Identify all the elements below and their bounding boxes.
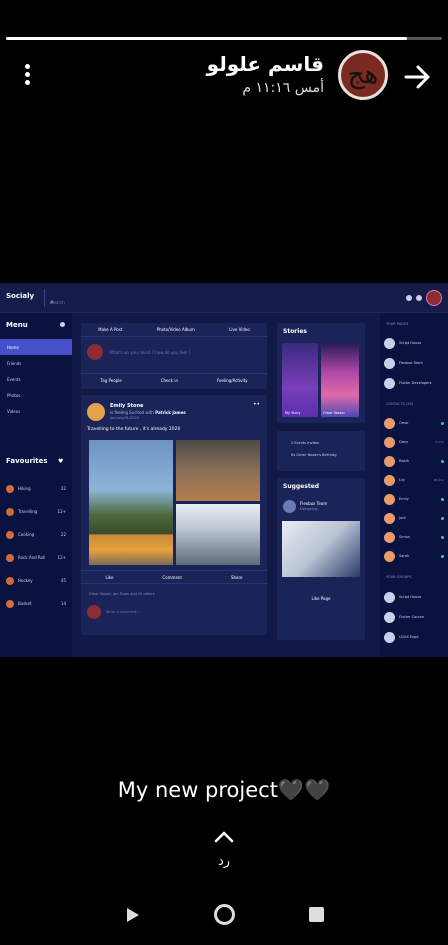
story-timestamp: أمس ١١:١٦ م <box>242 80 324 96</box>
chevron-up-icon[interactable] <box>213 830 235 844</box>
shot-fav-item: Hiking 22 <box>6 477 66 500</box>
avatar-logo-text: ﻫﺞ <box>347 60 379 90</box>
shot-right-sidebar: YOUR PAGES Script House Flexbox Team Flu… <box>380 313 448 657</box>
shot-post-meta: is feeling Excited with Patrick James <box>110 410 186 415</box>
shot-fav-item: Travelling 12+ <box>6 500 66 523</box>
nav-back-icon[interactable] <box>125 906 141 924</box>
shot-page-item: Flutter Developers <box>384 377 444 389</box>
shot-menu-item: Home <box>0 339 72 355</box>
shot-fav-title: Favourites <box>6 457 48 465</box>
story-header: قاسم علولو أمس ١١:١٦ م ﻫﺞ <box>0 48 448 104</box>
story-caption: My new project🖤🖤 <box>117 778 331 802</box>
shot-suggested-image <box>282 521 360 577</box>
shot-contact-item: Rabih <box>384 455 444 467</box>
gear-icon <box>60 322 65 327</box>
shot-post-card: Emily Stone is feeling Excited with Patr… <box>81 395 267 635</box>
shot-menu-title: Menu <box>6 321 28 329</box>
shot-group-item: Script House <box>384 591 444 603</box>
shot-story-1 <box>282 343 318 417</box>
nav-home-icon[interactable] <box>214 904 235 925</box>
shot-photo-temple <box>176 504 260 565</box>
story-image: Socialy ⌕ Search Menu Home Friends Events… <box>0 283 448 657</box>
shot-group-item: Flutter Course <box>384 611 444 623</box>
shot-contact-item: Simon <box>384 531 444 543</box>
story-viewer: قاسم علولو أمس ١١:١٦ م ﻫﺞ Socialy ⌕ Searc… <box>0 0 448 945</box>
shot-events-card: 2 Events Invites Its Omar Yasser's Birth… <box>277 431 365 471</box>
shot-page-item: Script House <box>384 337 444 349</box>
shot-photo-van <box>89 440 173 565</box>
more-options-icon[interactable] <box>24 64 32 88</box>
shot-fav-list: Hiking 22 Travelling 12+ Cooking 22 Rock An… <box>6 477 66 615</box>
shot-comment-avatar <box>87 605 101 619</box>
shot-post-date: January/01/2020 <box>110 416 139 420</box>
shot-group-item: UI/UX Expe <box>384 631 444 643</box>
shot-post-avatar <box>87 403 105 421</box>
shot-contact-item: Lily 26 min <box>384 474 444 486</box>
story-progress-fill <box>6 37 408 40</box>
story-progress-bar <box>6 37 442 40</box>
shot-contact-item: Jack <box>384 512 444 524</box>
reply-button[interactable]: رد <box>0 854 448 869</box>
chat-icon <box>416 295 422 301</box>
shot-create-post-card: Make A Post Photo/Video Album Live Video W… <box>81 323 267 389</box>
shot-fav-item: Rock And Roll 12+ <box>6 546 66 569</box>
shot-page-item: Flexbox Team <box>384 357 444 369</box>
shot-menu-item: Videos <box>7 409 21 414</box>
shot-comment-placeholder: Write a comment... <box>106 610 140 614</box>
shot-search: ⌕ Search <box>44 289 84 307</box>
shot-user-avatar <box>426 290 442 306</box>
more-icon: •• <box>253 401 261 408</box>
shot-brand: Socialy <box>6 292 35 300</box>
shot-post-likes: Omar Yasser, Jon Snow and 15 others <box>89 592 155 596</box>
shot-main-feed: Make A Post Photo/Video Album Live Video W… <box>72 313 380 657</box>
shot-fav-item: Hockey 45 <box>6 569 66 592</box>
shot-fav-item: Cooking 22 <box>6 523 66 546</box>
shot-left-sidebar: Menu Home Friends Events Photos Videos F… <box>0 313 72 657</box>
shot-contact-item: Emily <box>384 493 444 505</box>
shot-fav-item: Basket 14 <box>6 592 66 615</box>
shot-create-avatar <box>87 344 103 360</box>
shot-top-icons <box>406 290 442 306</box>
shot-stories-card: Stories My Story Omar Yasser <box>277 323 365 423</box>
shot-topbar: Socialy ⌕ Search <box>0 283 448 313</box>
shot-search-placeholder: Search <box>51 300 65 305</box>
story-user-name[interactable]: قاسم علولو <box>207 52 324 76</box>
shot-post-text: Travelling to the future , it's already … <box>87 427 181 432</box>
nav-recents-icon[interactable] <box>309 907 324 922</box>
back-arrow-icon[interactable] <box>402 62 432 92</box>
shot-suggested-card: Suggested Flexbox Team Designing Like Pa… <box>277 478 365 640</box>
shot-contact-item: Dany 5 min <box>384 436 444 448</box>
avatar[interactable]: ﻫﺞ <box>338 50 388 100</box>
bell-icon <box>406 295 412 301</box>
shot-create-placeholder: What's on your mind ? how do you feel ? <box>109 350 191 355</box>
shot-story-2 <box>321 343 359 417</box>
shot-menu-list: Home Friends Events Photos Videos <box>0 339 72 419</box>
heart-icon: ♥ <box>58 458 64 465</box>
shot-menu-item: Friends <box>7 361 22 366</box>
shot-photo-woman <box>176 440 260 501</box>
shot-menu-item: Events <box>7 377 21 382</box>
shot-menu-item: Photos <box>7 393 21 398</box>
shot-contact-item: Sarah <box>384 550 444 562</box>
shot-post-author: Emily Stone <box>110 403 144 409</box>
shot-contact-item: Omar <box>384 417 444 429</box>
